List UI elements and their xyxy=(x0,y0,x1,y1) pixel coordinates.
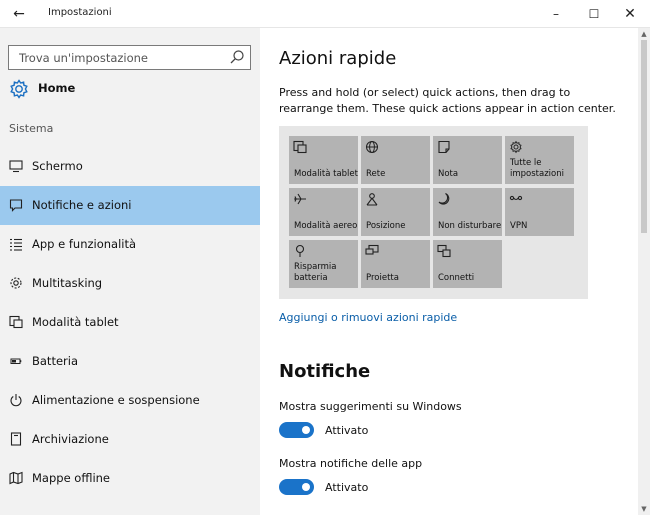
sidebar-item-label: Notifiche e azioni xyxy=(32,198,132,212)
airplane-icon xyxy=(294,193,306,205)
tile-label: VPN xyxy=(510,221,528,231)
connect-icon xyxy=(437,244,451,258)
scrollbar-thumb[interactable] xyxy=(641,40,647,233)
scroll-down-icon[interactable]: ▼ xyxy=(638,503,650,515)
location-icon xyxy=(366,193,378,206)
toggle-knob xyxy=(302,426,310,434)
quick-actions-panel: Modalità tablet Rete Nota Tutte le impos… xyxy=(279,126,588,299)
sidebar-item-alimentazione[interactable]: Alimentazione e sospensione xyxy=(0,381,260,420)
quick-action-tile[interactable]: Nota xyxy=(433,136,502,184)
scroll-up-icon[interactable]: ▲ xyxy=(638,28,650,40)
sidebar-item-archiviazione[interactable]: Archiviazione xyxy=(0,420,260,459)
setting-label-tips: Mostra suggerimenti su Windows xyxy=(279,400,462,413)
sidebar-item-schermo[interactable]: Schermo xyxy=(0,147,260,186)
toggle-app-notifications[interactable] xyxy=(279,479,314,495)
search-icon[interactable] xyxy=(228,48,246,66)
sidebar-item-label: Alimentazione e sospensione xyxy=(32,393,200,407)
note-icon xyxy=(438,140,450,154)
notifications-title: Notifiche xyxy=(279,361,371,382)
quick-action-tile[interactable]: Tutte le impostazioni xyxy=(505,136,574,184)
gear-icon xyxy=(10,79,28,99)
tile-label: Non disturbare xyxy=(438,221,502,231)
tile-label: Tutte le impostazioni xyxy=(510,158,564,179)
tablet-mode-icon xyxy=(293,140,307,154)
sidebar-item-tablet[interactable]: Modalità tablet xyxy=(0,303,260,342)
search-box xyxy=(8,45,251,70)
toggle-state-label: Attivato xyxy=(325,481,369,494)
storage-icon xyxy=(10,432,22,446)
quick-action-tile[interactable]: Proietta xyxy=(361,240,430,288)
sidebar-item-label: Multitasking xyxy=(32,276,103,290)
quick-action-tile[interactable]: Risparmia batteria xyxy=(289,240,358,288)
main-content: Azioni rapide Press and hold (or select)… xyxy=(260,28,638,515)
back-button[interactable]: ← xyxy=(8,4,30,24)
tile-label: Nota xyxy=(438,169,459,179)
sidebar-item-multitasking[interactable]: Multitasking xyxy=(0,264,260,303)
apps-list-icon xyxy=(10,238,22,251)
quick-action-tile[interactable]: Non disturbare xyxy=(433,188,502,236)
quick-action-tile[interactable]: Modalità tablet xyxy=(289,136,358,184)
tile-label: Posizione xyxy=(366,221,406,231)
moon-icon xyxy=(438,192,450,205)
battery-icon xyxy=(10,358,22,364)
quick-actions-title: Azioni rapide xyxy=(279,48,397,69)
toggle-state-label: Attivato xyxy=(325,424,369,437)
monitor-icon xyxy=(9,160,23,173)
maximize-button[interactable]: ☐ xyxy=(576,2,612,26)
quick-action-tile[interactable]: Modalità aereo xyxy=(289,188,358,236)
setting-label-app-notifications: Mostra notifiche delle app xyxy=(279,457,423,470)
quick-action-tile[interactable]: Connetti xyxy=(433,240,502,288)
tile-label: Risparmia batteria xyxy=(294,262,337,283)
tile-label: Connetti xyxy=(438,273,475,283)
sidebar-item-label: Mappe offline xyxy=(32,471,111,485)
toggle-tips[interactable] xyxy=(279,422,314,438)
power-icon xyxy=(10,394,22,407)
sidebar-item-label: Schermo xyxy=(32,159,83,173)
tile-label: Rete xyxy=(366,169,386,179)
sidebar-item-label: Archiviazione xyxy=(32,432,109,446)
sidebar-item-label: App e funzionalità xyxy=(32,237,137,251)
battery-saver-icon xyxy=(295,244,305,257)
quick-action-tile[interactable]: VPN xyxy=(505,188,574,236)
quick-action-tile[interactable]: Posizione xyxy=(361,188,430,236)
sidebar-item-mappe[interactable]: Mappe offline xyxy=(0,459,260,498)
scrollbar[interactable]: ▲ ▼ xyxy=(638,28,650,515)
window-title: Impostazioni xyxy=(48,7,112,18)
title-bar: ← Impostazioni – ☐ ✕ xyxy=(0,0,650,28)
minimize-button[interactable]: – xyxy=(538,2,574,26)
home-button[interactable]: Home xyxy=(8,78,252,100)
sidebar-item-label: Modalità tablet xyxy=(32,315,119,329)
add-remove-quick-actions-link[interactable]: Aggiungi o rimuovi azioni rapide xyxy=(279,311,457,324)
multitasking-icon xyxy=(10,277,22,289)
globe-icon xyxy=(366,141,378,153)
tile-label: Proietta xyxy=(366,273,399,283)
quick-actions-description: Press and hold (or select) quick actions… xyxy=(279,86,616,115)
sidebar: Home Sistema Schermo Notifiche e azioni … xyxy=(0,28,260,515)
notification-icon xyxy=(9,199,23,212)
sidebar-item-notifiche[interactable]: Notifiche e azioni xyxy=(0,186,260,225)
search-input[interactable] xyxy=(9,46,224,69)
vpn-icon xyxy=(509,195,523,201)
tile-label: Modalità aereo xyxy=(294,221,358,231)
home-label: Home xyxy=(38,81,76,95)
close-button[interactable]: ✕ xyxy=(612,2,648,26)
project-icon xyxy=(365,244,379,255)
toggle-knob xyxy=(302,483,310,491)
sidebar-item-label: Batteria xyxy=(32,354,78,368)
gear-icon xyxy=(510,140,522,154)
map-icon xyxy=(9,471,23,485)
tile-label: Modalità tablet xyxy=(294,169,358,179)
section-label: Sistema xyxy=(9,122,54,135)
sidebar-item-app[interactable]: App e funzionalità xyxy=(0,225,260,264)
sidebar-item-batteria[interactable]: Batteria xyxy=(0,342,260,381)
tablet-mode-icon xyxy=(9,315,23,329)
quick-action-tile[interactable]: Rete xyxy=(361,136,430,184)
